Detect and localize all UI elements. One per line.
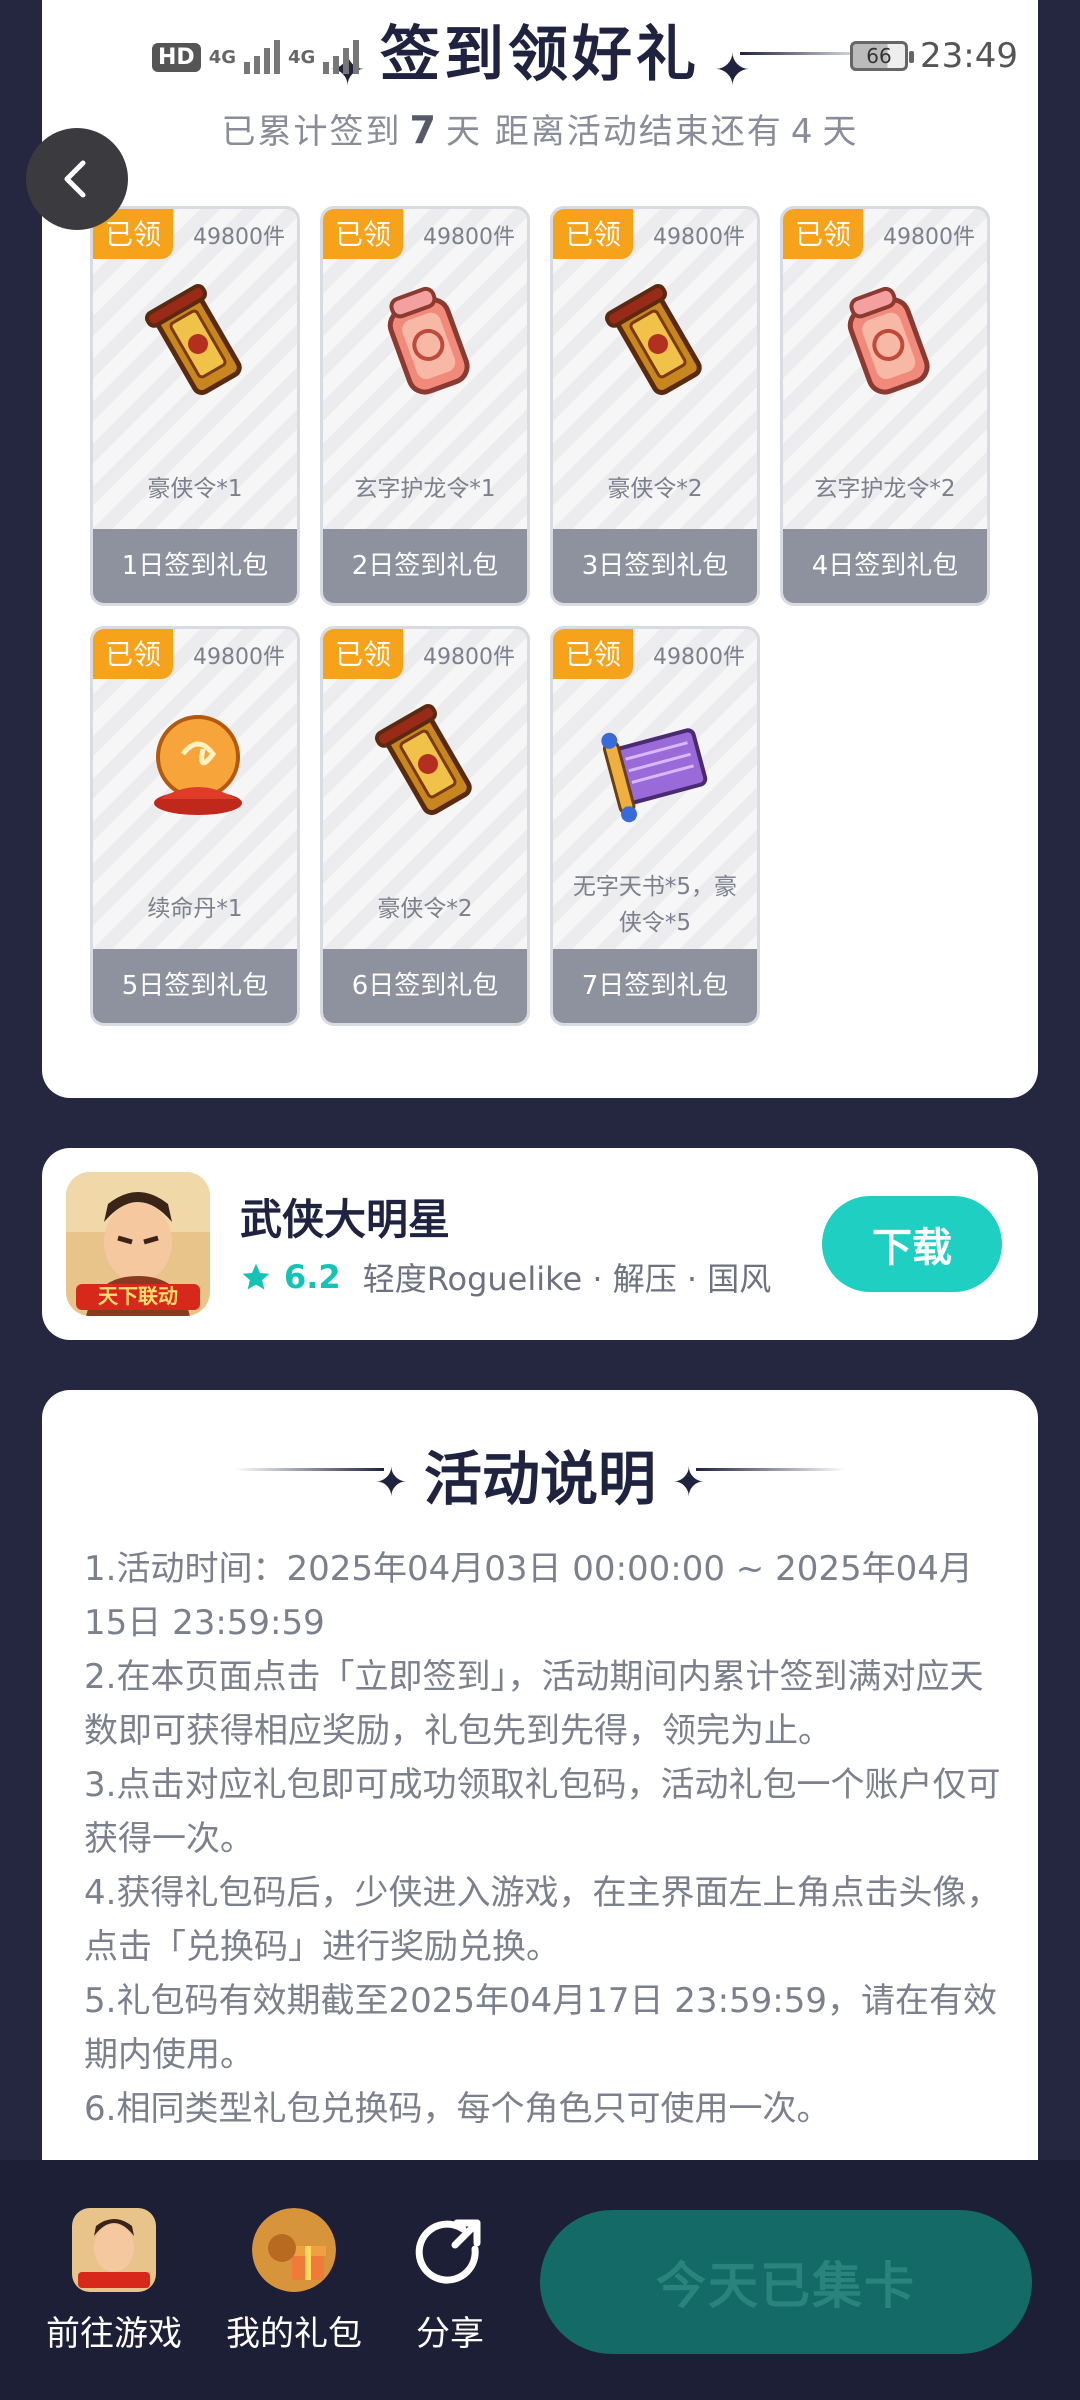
chevron-left-icon — [64, 160, 86, 198]
sparkle-icon: ✦ — [714, 45, 751, 96]
gift-card-day-7[interactable]: 已领 49800件 无字天书*5，豪侠令*5 7日签到礼包 — [550, 626, 760, 1026]
share-button[interactable]: 分享 — [408, 2208, 492, 2355]
rule-item: 5.礼包码有效期截至2025年04月17日 23:59:59，请在有效期内使用。 — [84, 1981, 998, 2075]
page-title: ✦ 签到领好礼 ✦ — [0, 6, 1080, 96]
token-gold-icon — [374, 704, 472, 816]
claimed-tag: 已领 — [93, 629, 174, 679]
star-icon — [242, 1263, 270, 1290]
token-pink-icon — [847, 286, 930, 395]
gift-day-label: 6日签到礼包 — [323, 949, 527, 1023]
rule-item: 6.相同类型礼包兑换码，每个角色只可使用一次。 — [84, 2089, 831, 2129]
claimed-tag: 已领 — [553, 209, 634, 259]
gift-grid: 已领 49800件 豪侠令*1 1日签到礼包 已领 49800件 玄字护龙令*1… — [90, 206, 996, 1026]
my-gifts-button[interactable]: 我的礼包 — [226, 2208, 362, 2355]
gift-day-label: 5日签到礼包 — [93, 949, 297, 1023]
gift-card-day-1[interactable]: 已领 49800件 豪侠令*1 1日签到礼包 — [90, 206, 300, 606]
gift-item-name: 豪侠令*2 — [607, 476, 703, 502]
progress-mid: 天 距离活动结束还有 — [446, 112, 783, 152]
gift-item-name: 豪侠令*1 — [147, 476, 243, 502]
gift-item-name: 续命丹*1 — [147, 896, 243, 922]
gift-card-day-3[interactable]: 已领 49800件 豪侠令*2 3日签到礼包 — [550, 206, 760, 606]
gift-card-day-2[interactable]: 已领 49800件 玄字护龙令*1 2日签到礼包 — [320, 206, 530, 606]
game-avatar-icon: 天下联动 — [66, 1172, 210, 1316]
rule-item: 4.获得礼包码后，少侠进入游戏，在主界面左上角点击头像，点击「兑换码」进行奖励兑… — [84, 1873, 1001, 1967]
goto-game-button[interactable]: 前往游戏 — [46, 2208, 182, 2355]
gift-stock: 49800件 — [193, 225, 285, 250]
gift-day-label: 1日签到礼包 — [93, 529, 297, 603]
game-title: 武侠大明星 — [240, 1195, 451, 1244]
claimed-tag: 已领 — [783, 209, 864, 259]
token-gold-icon — [144, 284, 242, 396]
signin-progress: 已累计签到 7 天 距离活动结束还有 4 天 — [0, 104, 1080, 153]
progress-prefix: 已累计签到 — [221, 112, 402, 152]
game-tags: 轻度Roguelike · 解压 · 国风 — [362, 1260, 772, 1298]
gift-item-name: 无字天书*5，豪侠令*5 — [572, 874, 738, 936]
gift-card-day-4[interactable]: 已领 49800件 玄字护龙令*2 4日签到礼包 — [780, 206, 990, 606]
days-left: 4 — [790, 112, 815, 152]
rule-item: 1.活动时间：2025年04月03日 00:00:00 ~ 2025年04月15… — [84, 1549, 973, 1643]
token-gold-icon — [604, 284, 702, 396]
gift-day-label: 4日签到礼包 — [783, 529, 987, 603]
days-signed: 7 — [409, 108, 438, 152]
game-icon-text: 天下联动 — [98, 1284, 178, 1308]
gift-item-name: 玄字护龙令*2 — [814, 476, 956, 502]
share-icon — [408, 2208, 492, 2292]
gift-stock: 49800件 — [423, 225, 515, 250]
game-card[interactable]: 天下联动 武侠大明星 6.2 轻度Roguelike · 解压 · 国风 下载 — [42, 1148, 1038, 1340]
gift-day-label: 7日签到礼包 — [553, 949, 757, 1023]
collected-today-button[interactable]: 今天已集卡 — [540, 2210, 1032, 2354]
rules-title-text: 活动说明 — [423, 1445, 656, 1513]
gift-item-name: 豪侠令*2 — [377, 896, 473, 922]
game-meta: 6.2 轻度Roguelike · 解压 · 国风 — [240, 1254, 771, 1300]
gift-item-name: 玄字护龙令*1 — [354, 476, 496, 502]
download-button[interactable]: 下载 — [822, 1196, 1002, 1292]
rules-list: 1.活动时间：2025年04月03日 00:00:00 ~ 2025年04月15… — [84, 1542, 1004, 2136]
goto-game-label: 前往游戏 — [46, 2314, 182, 2354]
gift-box-icon — [252, 2208, 336, 2292]
gift-day-label: 2日签到礼包 — [323, 529, 527, 603]
elixir-orb-icon — [154, 715, 242, 815]
rule-item: 3.点击对应礼包即可成功领取礼包码，活动礼包一个账户仅可获得一次。 — [84, 1765, 1001, 1859]
my-gifts-label: 我的礼包 — [226, 2314, 362, 2354]
claimed-tag: 已领 — [553, 629, 634, 679]
bottom-action-bar: 前往游戏 我的礼包 分享 今天已集卡 — [0, 2160, 1080, 2400]
game-icon: 天下联动 — [66, 1172, 210, 1316]
back-button[interactable] — [26, 128, 128, 230]
scroll-icon — [601, 728, 708, 823]
claimed-tag: 已领 — [323, 209, 404, 259]
token-pink-icon — [387, 286, 470, 395]
rule-item: 2.在本页面点击「立即签到」，活动期间内累计签到满对应天数即可获得相应奖励，礼包… — [84, 1657, 984, 1751]
sparkle-icon: ✦ — [374, 1459, 408, 1506]
game-rating: 6.2 — [284, 1258, 341, 1296]
gift-stock: 49800件 — [193, 645, 285, 670]
rules-title: ✦ 活动说明 ✦ — [42, 1432, 1038, 1516]
game-avatar-icon — [72, 2208, 156, 2292]
gift-stock: 49800件 — [423, 645, 515, 670]
gift-card-day-6[interactable]: 已领 49800件 豪侠令*2 6日签到礼包 — [320, 626, 530, 1026]
gift-stock: 49800件 — [883, 225, 975, 250]
gift-stock: 49800件 — [653, 645, 745, 670]
share-label: 分享 — [416, 2314, 484, 2354]
gift-stock: 49800件 — [653, 225, 745, 250]
gift-day-label: 3日签到礼包 — [553, 529, 757, 603]
claimed-tag: 已领 — [323, 629, 404, 679]
sparkle-icon: ✦ — [672, 1459, 706, 1506]
sparkle-icon: ✦ — [329, 45, 366, 96]
page-title-text: 签到领好礼 — [380, 20, 700, 90]
progress-suffix: 天 — [822, 112, 859, 152]
gift-card-day-5[interactable]: 已领 49800件 续命丹*1 5日签到礼包 — [90, 626, 300, 1026]
